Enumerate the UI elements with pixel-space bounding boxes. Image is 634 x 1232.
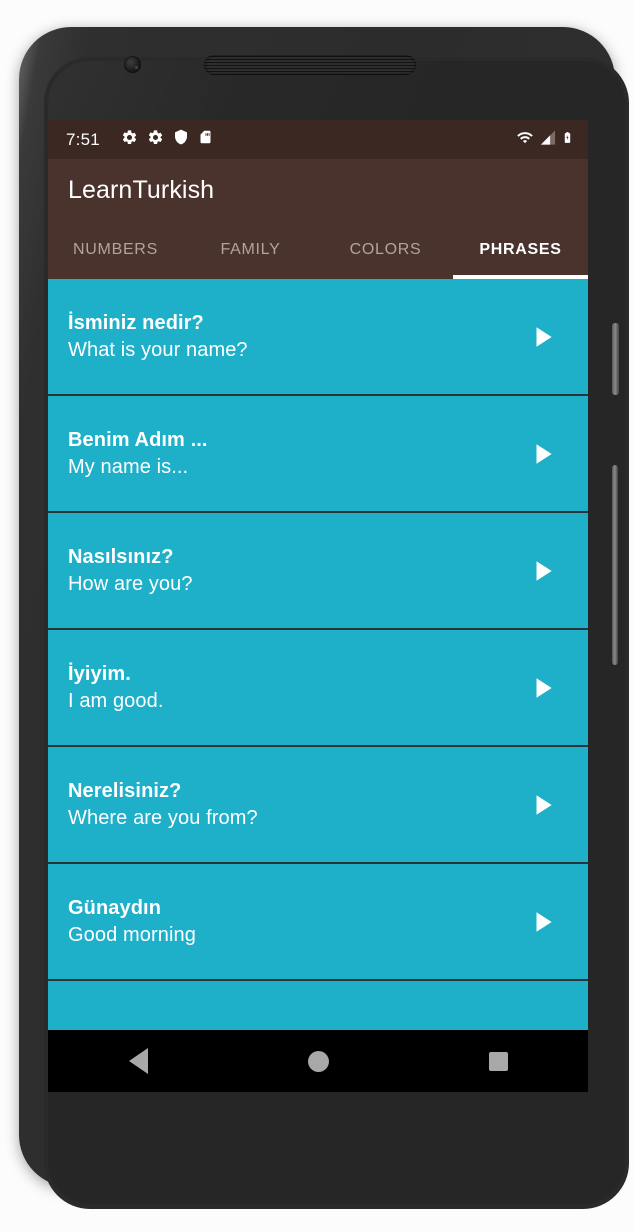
tab-colors-label: COLORS <box>349 241 422 258</box>
tab-numbers[interactable]: NUMBERS <box>48 221 183 279</box>
phrase-text-group: İsminiz nedir? What is your name? <box>68 310 530 364</box>
play-icon[interactable] <box>530 440 556 468</box>
app-bar: LearnTurkish <box>48 159 588 221</box>
front-camera-icon <box>124 56 141 73</box>
list-item[interactable]: Benim Adım ... My name is... <box>48 396 588 513</box>
phrase-text-group: Nerelisiniz? Where are you from? <box>68 778 530 832</box>
sd-card-icon <box>198 128 213 151</box>
earpiece-speaker-grille <box>204 55 416 75</box>
phrase-native-text: Günaydın <box>68 896 162 919</box>
android-navigation-bar <box>48 1030 588 1092</box>
home-button[interactable] <box>283 1030 353 1092</box>
wifi-icon <box>515 129 535 151</box>
gear-icon <box>147 129 164 151</box>
recents-square-icon <box>488 1051 508 1071</box>
screenshot-stage: 7:51 LearnTurkish NUMBERS FAMILY COLORS … <box>0 0 634 1232</box>
back-triangle-icon <box>128 1048 148 1074</box>
phrase-native-text: İsminiz nedir? <box>68 311 204 334</box>
phrase-text-group: İyiyim. I am good. <box>68 661 530 715</box>
status-bar-left: 7:51 <box>66 128 515 151</box>
phone-screen: 7:51 LearnTurkish NUMBERS FAMILY COLORS … <box>48 120 588 1092</box>
gear-icon <box>121 129 138 151</box>
battery-charging-icon <box>561 128 574 152</box>
play-icon[interactable] <box>530 674 556 702</box>
tab-numbers-label: NUMBERS <box>73 241 158 258</box>
phrase-text-group: Benim Adım ... My name is... <box>68 427 530 481</box>
tab-phrases-label: PHRASES <box>479 241 562 258</box>
status-bar-right <box>515 128 574 152</box>
list-item[interactable]: Günaydın Good morning <box>48 864 588 981</box>
recents-button[interactable] <box>463 1030 533 1092</box>
phrase-translation-text: My name is... <box>68 455 189 478</box>
tab-colors[interactable]: COLORS <box>318 221 453 279</box>
phrase-native-text: Nasılsınız? <box>68 545 174 568</box>
list-item[interactable]: İyiyim. I am good. <box>48 630 588 747</box>
status-bar: 7:51 <box>48 120 588 159</box>
tab-bar: NUMBERS FAMILY COLORS PHRASES <box>48 221 588 279</box>
play-icon[interactable] <box>530 908 556 936</box>
phrase-translation-text: What is your name? <box>68 338 248 361</box>
phrase-native-text: Benim Adım ... <box>68 428 208 451</box>
phrase-native-text: Nerelisiniz? <box>68 779 182 802</box>
back-button[interactable] <box>103 1030 173 1092</box>
home-circle-icon <box>307 1050 329 1072</box>
play-icon[interactable] <box>530 557 556 585</box>
power-button[interactable] <box>612 323 619 395</box>
play-icon[interactable] <box>530 323 556 351</box>
phrase-translation-text: How are you? <box>68 572 193 595</box>
phrase-text-group: Nasılsınız? How are you? <box>68 544 530 598</box>
phrase-native-text: İyiyim. <box>68 662 131 685</box>
list-item[interactable]: İsminiz nedir? What is your name? <box>48 279 588 396</box>
tab-family-label: FAMILY <box>220 241 281 258</box>
volume-rocker-button[interactable] <box>612 465 618 665</box>
phrase-translation-text: Good morning <box>68 923 196 946</box>
shield-icon <box>173 128 189 151</box>
status-bar-clock: 7:51 <box>66 129 100 149</box>
phrase-translation-text: I am good. <box>68 689 164 712</box>
tab-family[interactable]: FAMILY <box>183 221 318 279</box>
list-item[interactable]: Nasılsınız? How are you? <box>48 513 588 630</box>
tab-phrases[interactable]: PHRASES <box>453 221 588 279</box>
phrase-list[interactable]: İsminiz nedir? What is your name? Benim … <box>48 279 588 1092</box>
play-icon[interactable] <box>530 791 556 819</box>
cell-signal-icon <box>539 129 557 151</box>
list-item[interactable]: Nerelisiniz? Where are you from? <box>48 747 588 864</box>
phrase-translation-text: Where are you from? <box>68 806 258 829</box>
phrase-text-group: Günaydın Good morning <box>68 895 530 949</box>
page-title: LearnTurkish <box>68 175 215 204</box>
